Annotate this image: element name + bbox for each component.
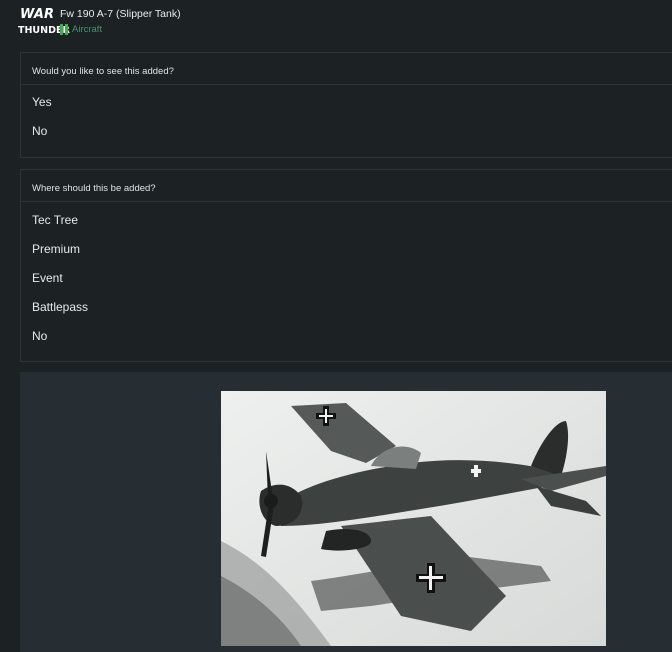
poll-option-event[interactable]: Event xyxy=(21,264,672,293)
poll-question: Where should this be added? xyxy=(21,170,672,202)
logo-text-thunder: THUNDER xyxy=(18,25,70,36)
poll-where-added: Where should this be added? Tec Tree Pre… xyxy=(20,169,672,362)
poll-option-no[interactable]: No xyxy=(21,322,672,351)
topic-header: WAR THUNDER Fw 190 A-7 (Slipper Tank) Ai… xyxy=(0,0,672,46)
left-gutter xyxy=(0,0,18,652)
poll-question: Would you like to see this added? xyxy=(21,53,672,85)
poll-option-yes[interactable]: Yes xyxy=(21,88,672,117)
war-thunder-logo[interactable]: WAR THUNDER xyxy=(18,6,70,42)
topic-title[interactable]: Fw 190 A-7 (Slipper Tank) xyxy=(60,8,181,20)
poll-option-no[interactable]: No xyxy=(21,117,672,146)
category-color-icon xyxy=(60,24,68,35)
forum-topic-page: WAR THUNDER Fw 190 A-7 (Slipper Tank) Ai… xyxy=(0,0,672,652)
category-badge[interactable]: Aircraft xyxy=(60,24,102,35)
logo-text-war: WAR xyxy=(20,7,54,22)
poll-option-battlepass[interactable]: Battlepass xyxy=(21,293,672,322)
category-label: Aircraft xyxy=(72,24,103,35)
poll-option-tec-tree[interactable]: Tec Tree xyxy=(21,206,672,235)
poll-see-added: Would you like to see this added? Yes No xyxy=(20,52,672,158)
aircraft-photo[interactable] xyxy=(221,391,606,646)
poll-option-premium[interactable]: Premium xyxy=(21,235,672,264)
